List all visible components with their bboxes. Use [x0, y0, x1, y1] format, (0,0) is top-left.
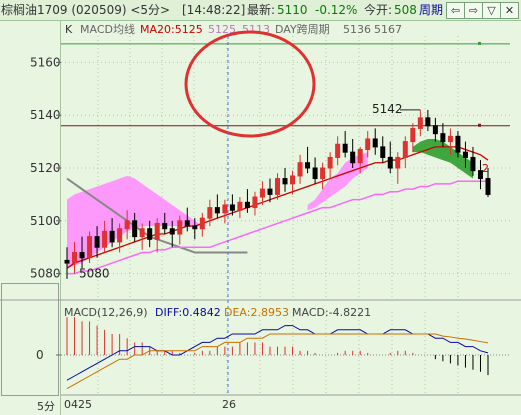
macd-dea: DEA:2.8953	[224, 306, 289, 319]
candle-body	[320, 167, 326, 180]
price-chart: 5080 5100 5120 5140 5160 5142 5080 2	[0, 30, 521, 396]
candle-body	[417, 117, 423, 129]
candle-body	[169, 228, 175, 235]
ref-marker	[478, 123, 481, 127]
candle-body	[267, 188, 273, 195]
candle-body	[162, 222, 168, 230]
candle-body	[64, 259, 70, 264]
candle-body	[259, 188, 265, 198]
candle-body	[342, 143, 348, 153]
candle-body	[350, 151, 356, 164]
candle-body	[207, 207, 213, 219]
candle-body	[447, 135, 453, 143]
macd-value: MACD:-4.8221	[292, 306, 372, 319]
candle-body	[335, 143, 341, 158]
candle-body	[79, 251, 85, 259]
candle-body	[425, 117, 431, 127]
candle-body	[102, 230, 108, 248]
x-tick-26: 26	[222, 398, 236, 411]
candle-body	[297, 162, 303, 177]
candle-body	[440, 133, 446, 143]
y-tick-label: 5160	[30, 55, 61, 69]
candle-body	[109, 230, 115, 243]
candle-body	[124, 220, 130, 230]
candle-body	[462, 151, 468, 158]
period-label: 5分	[37, 400, 55, 413]
last-annotation: 2	[482, 162, 489, 175]
candle-body	[244, 201, 250, 209]
macd-label: MACD(12,26,9)	[64, 306, 148, 319]
highlight-circle	[184, 30, 316, 138]
candle-body	[87, 236, 93, 259]
macd-zero-label: 0	[36, 348, 44, 362]
candle-body	[154, 222, 160, 240]
candle-body	[380, 146, 386, 158]
high-annotation: 5142	[372, 102, 403, 116]
candle-body	[402, 141, 408, 158]
candle-body	[290, 175, 296, 185]
candle-body	[177, 220, 183, 235]
macd-diff: DIFF:0.4842	[155, 306, 221, 319]
candle-body	[214, 207, 220, 214]
candle-body	[410, 127, 416, 143]
candle-body	[192, 225, 198, 230]
candle-body	[117, 228, 123, 243]
y-tick-label: 5080	[30, 267, 61, 281]
candle-body	[432, 125, 438, 135]
ref-marker	[478, 41, 481, 45]
candle-body	[455, 135, 461, 153]
low-annotation: 5080	[79, 267, 110, 281]
candle-body	[139, 228, 145, 238]
candle-body	[222, 204, 228, 214]
candle-body	[485, 178, 491, 195]
candle-body	[372, 138, 378, 148]
candle-body	[252, 196, 258, 209]
candle-body	[132, 220, 138, 238]
candle-body	[365, 138, 371, 151]
candle-body	[229, 204, 235, 211]
candle-body	[237, 201, 243, 211]
candle-body	[184, 220, 190, 227]
y-tick-label: 5100	[30, 214, 61, 228]
candle-body	[282, 178, 288, 185]
candle-body	[357, 149, 363, 164]
y-tick-label: 5120	[30, 161, 61, 175]
candle-body	[72, 251, 78, 264]
candle-body	[327, 156, 333, 169]
x-tick-0425: 0425	[64, 398, 92, 411]
candle-body	[305, 162, 311, 169]
y-tick-label: 5140	[30, 108, 61, 122]
candle-body	[94, 236, 100, 248]
candle-body	[395, 156, 401, 169]
candle-body	[312, 167, 318, 180]
candle-body	[275, 178, 280, 195]
candle-body	[199, 217, 205, 230]
candle-body	[147, 228, 153, 240]
chart-window: { "header": { "title": "棕榈油1709 (020509)…	[0, 0, 521, 415]
candle-body	[470, 156, 476, 172]
candle-body	[387, 156, 393, 169]
